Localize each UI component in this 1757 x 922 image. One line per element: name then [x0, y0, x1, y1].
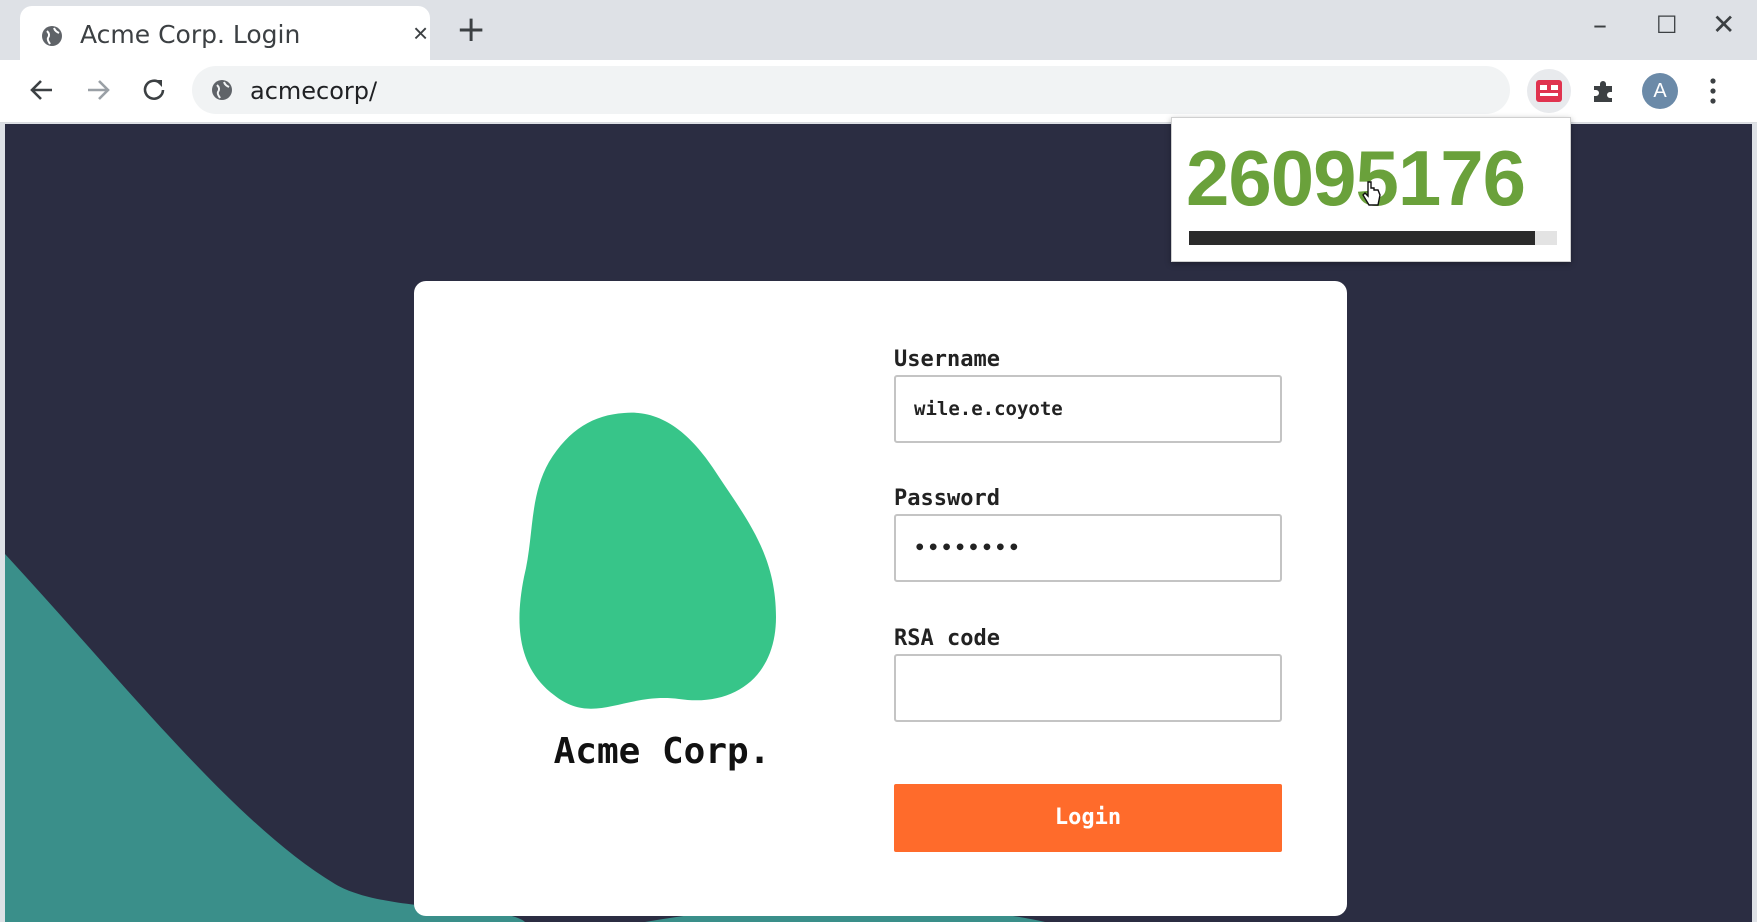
- tab-acme-login[interactable]: Acme Corp. Login ×: [20, 6, 430, 60]
- tab-close-icon[interactable]: ×: [413, 19, 428, 47]
- otp-timer-bar: [1189, 231, 1557, 245]
- rsa-code-label: RSA code: [894, 626, 1000, 651]
- password-field[interactable]: ••••••••: [894, 514, 1282, 582]
- forward-icon[interactable]: [80, 72, 116, 108]
- rsa-code-field[interactable]: [894, 654, 1282, 722]
- maximize-button[interactable]: ☐: [1656, 10, 1678, 40]
- brand-name: Acme Corp.: [553, 731, 771, 772]
- extensions-button[interactable]: [1581, 69, 1625, 113]
- login-button[interactable]: Login: [894, 784, 1282, 852]
- otp-timer-fill: [1189, 231, 1535, 245]
- tab-title: Acme Corp. Login: [80, 20, 301, 49]
- menu-icon[interactable]: [1705, 74, 1721, 108]
- username-label: Username: [894, 347, 1000, 372]
- cursor-icon: [1362, 181, 1381, 206]
- acme-logo-blob: [519, 412, 776, 709]
- new-tab-button[interactable]: +: [456, 10, 486, 50]
- globe-icon: [42, 26, 62, 46]
- extension-authenticator-icon: [1536, 80, 1562, 102]
- back-icon[interactable]: [24, 72, 60, 108]
- address-bar[interactable]: acmecorp/: [192, 66, 1510, 114]
- password-label: Password: [894, 486, 1000, 511]
- browser-toolbar: acmecorp/ A: [0, 60, 1757, 123]
- close-window-button[interactable]: ✕: [1712, 10, 1735, 40]
- username-field[interactable]: wile.e.coyote: [894, 375, 1282, 443]
- puzzle-icon: [1594, 81, 1612, 102]
- otp-code[interactable]: 26095176: [1186, 136, 1526, 220]
- browser-window: Acme Corp. Login × + – ☐ ✕ acmecorp/ A A…: [0, 0, 1757, 922]
- reload-icon[interactable]: [136, 72, 172, 108]
- profile-avatar[interactable]: A: [1642, 73, 1678, 109]
- globe-icon: [212, 80, 232, 100]
- login-card: Acme Corp. Username wile.e.coyote Passwo…: [414, 281, 1347, 916]
- authenticator-extension-button[interactable]: [1527, 69, 1571, 113]
- tab-strip: Acme Corp. Login × + – ☐ ✕: [0, 0, 1757, 60]
- minimize-button[interactable]: –: [1593, 10, 1607, 40]
- url-text: acmecorp/: [250, 77, 378, 105]
